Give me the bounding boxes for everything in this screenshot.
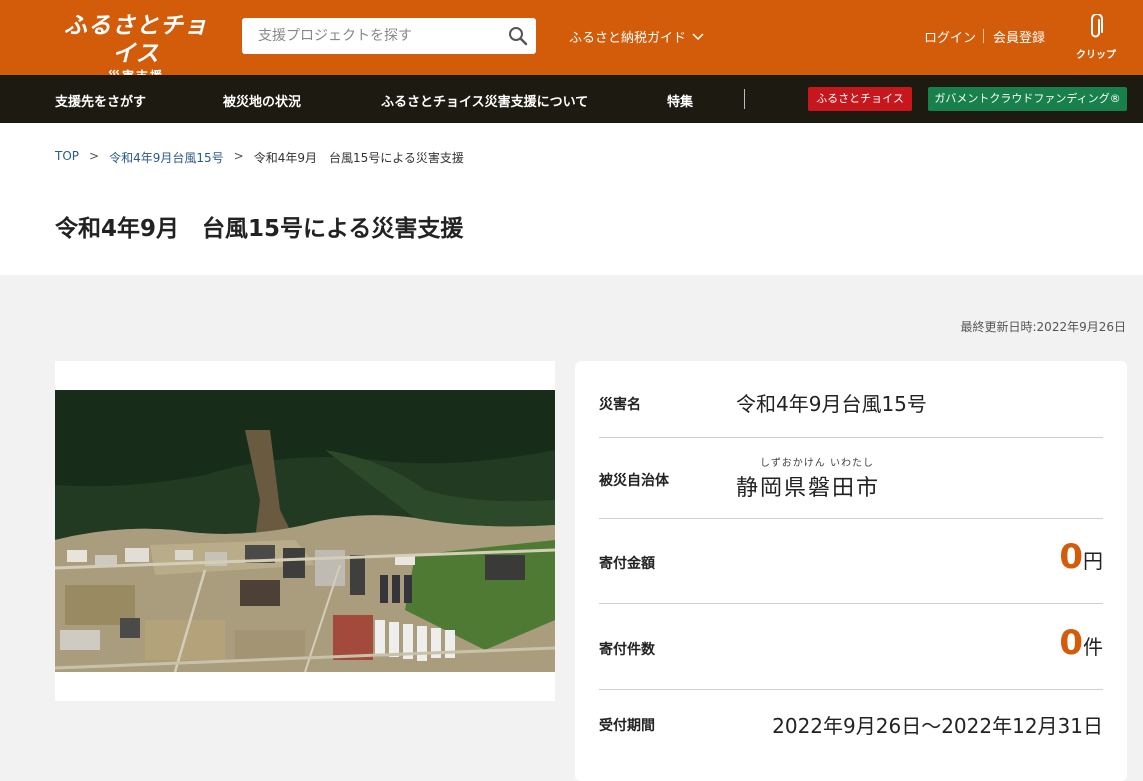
donation-count-value: 0 xyxy=(1059,623,1083,663)
breadcrumb-separator: > xyxy=(89,149,100,163)
period-label: 受付期間 xyxy=(599,718,655,734)
nav-item-features[interactable]: 特集 xyxy=(667,91,693,110)
paperclip-icon xyxy=(1091,13,1103,38)
info-row-count: 寄付件数 0件 xyxy=(599,604,1103,690)
info-row-period: 受付期間 2022年9月26日〜2022年12月31日 xyxy=(599,690,1103,770)
nav-divider xyxy=(744,89,745,109)
nav-item-disaster-status[interactable]: 被災地の状況 xyxy=(223,91,301,110)
site-logo[interactable]: ふるさとチョイス 災害支援 xyxy=(56,12,216,83)
chevron-down-icon xyxy=(692,32,704,40)
furusato-choice-badge[interactable]: ふるさとチョイス xyxy=(808,87,912,111)
donation-count: 0件 xyxy=(1059,623,1103,663)
municipality-label: 被災自治体 xyxy=(599,473,669,489)
search-input[interactable] xyxy=(242,18,502,54)
donation-count-label: 寄付件数 xyxy=(599,642,655,658)
furusato-guide-menu[interactable]: ふるさと納税ガイド xyxy=(569,27,704,46)
logo-main-text: ふるさとチョイス xyxy=(64,12,208,67)
municipality-reading: しずおかけん いわたし xyxy=(760,458,874,469)
search-box xyxy=(242,18,536,54)
last-updated: 最終更新日時:2022年9月26日 xyxy=(960,320,1127,334)
nav-item-about[interactable]: ふるさとチョイス災害支援について xyxy=(381,91,588,110)
donation-amount-label: 寄付金額 xyxy=(599,556,655,572)
disaster-name-label: 災害名 xyxy=(599,397,641,413)
main-nav: 支援先をさがす 被災地の状況 ふるさとチョイス災害支援について 特集 ふるさとチ… xyxy=(0,75,1143,123)
breadcrumb-top[interactable]: TOP xyxy=(55,149,79,166)
info-row-amount: 寄付金額 0円 xyxy=(599,519,1103,604)
donation-count-unit: 件 xyxy=(1083,635,1103,659)
clip-label: クリップ xyxy=(1076,50,1116,61)
breadcrumb-separator: > xyxy=(233,149,244,163)
disaster-aerial-photo xyxy=(55,390,555,672)
title-section: TOP > 令和4年9月台風15号 > 令和4年9月 台風15号による災害支援 … xyxy=(0,123,1143,275)
nav-item-search-support[interactable]: 支援先をさがす xyxy=(55,91,146,110)
disaster-name-value: 令和4年9月台風15号 xyxy=(736,392,927,416)
login-link[interactable]: ログイン xyxy=(924,27,976,46)
search-icon[interactable] xyxy=(508,26,528,46)
info-row-disaster: 災害名 令和4年9月台風15号 xyxy=(599,361,1103,438)
breadcrumb-disaster[interactable]: 令和4年9月台風15号 xyxy=(109,149,224,166)
page-title: 令和4年9月 台風15号による災害支援 xyxy=(55,216,464,242)
municipality-value: 静岡県磐田市 xyxy=(736,476,881,501)
donation-amount-unit: 円 xyxy=(1083,549,1103,573)
breadcrumb: TOP > 令和4年9月台風15号 > 令和4年9月 台風15号による災害支援 xyxy=(55,149,464,166)
donation-amount-value: 0 xyxy=(1059,537,1083,577)
register-link[interactable]: 会員登録 xyxy=(993,27,1045,46)
info-row-municipality: 被災自治体 しずおかけん いわたし 静岡県磐田市 xyxy=(599,438,1103,519)
gcf-badge[interactable]: ガバメントクラウドファンディング® xyxy=(928,87,1127,111)
period-value: 2022年9月26日〜2022年12月31日 xyxy=(772,714,1103,738)
donation-amount: 0円 xyxy=(1059,537,1103,577)
site-header: ふるさとチョイス 災害支援 ふるさと納税ガイド ログイン 会員登録 クリップ xyxy=(0,0,1143,83)
breadcrumb-current: 令和4年9月 台風15号による災害支援 xyxy=(253,151,464,165)
header-divider xyxy=(983,29,984,43)
disaster-photo-card xyxy=(55,361,555,701)
disaster-info-card: 災害名 令和4年9月台風15号 被災自治体 しずおかけん いわたし 静岡県磐田市… xyxy=(575,361,1127,781)
clip-button[interactable]: クリップ xyxy=(1076,13,1116,61)
guide-label: ふるさと納税ガイド xyxy=(569,31,687,46)
